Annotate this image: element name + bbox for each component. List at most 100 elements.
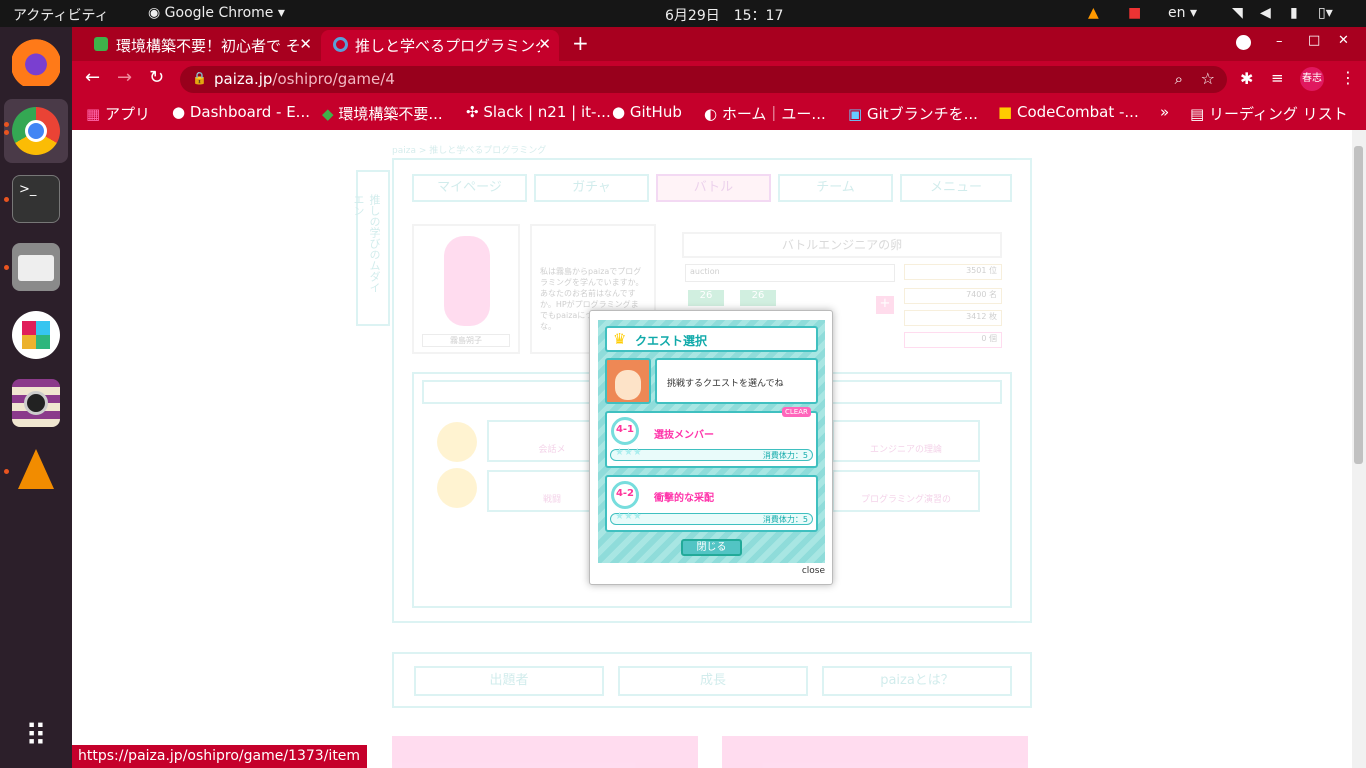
quest-item-4-1[interactable]: 4-1 選抜メンバー CLEAR ★★★ 消費体力：5 bbox=[605, 407, 818, 468]
bookmark-apps[interactable]: ▦ アプリ bbox=[86, 103, 150, 124]
character-image bbox=[444, 236, 490, 326]
stage-medal-1 bbox=[437, 422, 477, 462]
close-link[interactable]: close bbox=[802, 566, 825, 576]
git-bookmark-icon: ▣ bbox=[848, 105, 863, 123]
scrollbar-thumb[interactable] bbox=[1354, 146, 1363, 464]
back-icon[interactable]: ← bbox=[85, 67, 100, 88]
media-control-icon[interactable]: ≡ bbox=[1271, 69, 1284, 87]
app-menu[interactable]: ◉ Google Chrome ▾ bbox=[148, 5, 285, 21]
stamina-cost: 消費体力：5 bbox=[762, 451, 808, 460]
nav-menu[interactable]: メニュー bbox=[900, 174, 1012, 202]
chrome-icon[interactable] bbox=[12, 107, 60, 155]
bookmark-git-branch-label: Gitブランチを... bbox=[866, 105, 978, 123]
quest-dialog-body: ♛ クエスト選択 挑戦するクエストを選んでね 4-1 選抜メンバー CLEAR … bbox=[598, 320, 825, 563]
bookmark-codecombat-label: CodeCombat -... bbox=[1016, 103, 1139, 121]
reading-list-label: リーディング リスト bbox=[1208, 105, 1348, 123]
nav-mypage[interactable]: マイページ bbox=[412, 174, 527, 202]
slack-icon[interactable] bbox=[12, 311, 60, 359]
terminal-icon[interactable]: >_ bbox=[12, 175, 60, 223]
minimize-icon[interactable]: – bbox=[1276, 34, 1283, 49]
nav-battle[interactable]: バトル bbox=[656, 174, 771, 202]
extensions-icon[interactable]: ✱ bbox=[1240, 69, 1253, 88]
zoom-icon[interactable]: ⌕ bbox=[1175, 70, 1183, 88]
side-tab[interactable]: 推しの学びのムダイエン bbox=[352, 170, 390, 326]
close-button[interactable]: 閉じる bbox=[681, 539, 742, 556]
vlc-icon[interactable] bbox=[12, 447, 60, 495]
bookmark-slack[interactable]: ✣ Slack | n21 | it-... bbox=[466, 103, 611, 121]
address-bar[interactable]: 🔒 paiza.jp/oshipro/game/4 ⌕ ☆ bbox=[180, 66, 1227, 93]
stamina-cost: 消費体力：5 bbox=[762, 515, 808, 524]
bookmark-home-label: ホーム｜ユー... bbox=[721, 105, 826, 123]
wifi-icon[interactable]: ◥ bbox=[1232, 5, 1243, 21]
link-questioner[interactable]: 出題者 bbox=[414, 666, 604, 696]
window-close-icon[interactable]: ✕ bbox=[1338, 33, 1349, 48]
reading-list-icon: ▤ bbox=[1190, 105, 1205, 123]
cheese-camera-icon[interactable] bbox=[12, 379, 60, 427]
search-field[interactable]: auction bbox=[685, 264, 895, 282]
lock-icon[interactable]: 🔒 bbox=[192, 71, 207, 85]
tab-1[interactable]: 環境構築不要！初心者で そ ✕ bbox=[80, 30, 320, 61]
volume-icon[interactable]: ◀ bbox=[1260, 5, 1271, 21]
apps-grid-icon: ▦ bbox=[86, 105, 101, 123]
breadcrumb[interactable]: paiza > 推しと学べるプログラミング bbox=[392, 143, 546, 156]
banner-2[interactable] bbox=[722, 736, 1028, 768]
tab-2-active[interactable]: 推しと学べるプログラミング ✕ bbox=[321, 30, 559, 61]
bookmarks-more-icon[interactable]: » bbox=[1160, 103, 1169, 121]
microphone-icon[interactable]: ▮ bbox=[1290, 5, 1298, 21]
nav-team[interactable]: チーム bbox=[778, 174, 893, 202]
forward-icon[interactable]: → bbox=[117, 67, 132, 88]
profile-avatar[interactable]: 春志 bbox=[1300, 67, 1324, 91]
paiza-favicon bbox=[94, 37, 108, 51]
star-rating-icon: ★★★ bbox=[615, 511, 642, 522]
character-name: 霧島朔子 bbox=[422, 334, 510, 347]
chrome-menu-icon[interactable]: ⋮ bbox=[1340, 68, 1356, 87]
firefox-icon[interactable] bbox=[12, 38, 60, 86]
language-indicator[interactable]: en ▾ bbox=[1168, 5, 1197, 21]
activities-button[interactable]: アクティビティ bbox=[13, 5, 109, 25]
bookmark-paiza[interactable]: ◆ 環境構築不要... bbox=[322, 103, 443, 124]
bookmark-home[interactable]: ◐ ホーム｜ユー... bbox=[704, 103, 826, 124]
banner-1[interactable] bbox=[392, 736, 698, 768]
vlc-tray-icon[interactable]: ▲ bbox=[1088, 5, 1099, 21]
codecombat-icon: ■ bbox=[998, 103, 1013, 121]
bookmark-slack-label: Slack | n21 | it-... bbox=[483, 103, 611, 121]
bookmark-star-icon[interactable]: ☆ bbox=[1201, 69, 1215, 88]
bookmark-dashboard[interactable]: ● Dashboard - E... bbox=[172, 103, 310, 121]
camera-tray-icon[interactable]: ■ bbox=[1128, 5, 1141, 21]
status-bubble-url: https://paiza.jp/oshipro/game/1373/item bbox=[72, 745, 367, 768]
bookmarks-bar: ▦ アプリ ● Dashboard - E... ◆ 環境構築不要... ✣ S… bbox=[72, 97, 1366, 130]
reload-icon[interactable]: ↻ bbox=[149, 67, 164, 88]
guide-avatar bbox=[605, 358, 651, 404]
star-rating-icon: ★★★ bbox=[615, 447, 642, 458]
new-tab-icon[interactable]: + bbox=[572, 31, 589, 55]
level-badge-1: 26 bbox=[688, 290, 724, 306]
tab-1-close-icon[interactable]: ✕ bbox=[299, 35, 312, 53]
clear-badge: CLEAR bbox=[782, 407, 811, 417]
bookmark-codecombat[interactable]: ■ CodeCombat -... bbox=[998, 103, 1139, 121]
bookmark-git-branch[interactable]: ▣ Gitブランチを... bbox=[848, 103, 978, 124]
show-applications-icon[interactable]: ⠿ bbox=[12, 715, 60, 763]
tab-search-icon[interactable] bbox=[1236, 35, 1251, 50]
stat-2: 7400 名 bbox=[904, 288, 1002, 304]
bookmark-github[interactable]: ● GitHub bbox=[612, 103, 682, 121]
files-icon[interactable] bbox=[12, 243, 60, 291]
tab-2-title: 推しと学べるプログラミング bbox=[355, 37, 540, 55]
link-about-paiza[interactable]: paizaとは？ bbox=[822, 666, 1012, 696]
stage-item-4[interactable]: プログラミング演習の bbox=[832, 470, 980, 512]
stat-3: 3412 枚 bbox=[904, 310, 1002, 326]
clock[interactable]: 6月29日 15：17 bbox=[665, 5, 783, 25]
nav-gacha[interactable]: ガチャ bbox=[534, 174, 649, 202]
quest-number-badge: 4-2 bbox=[611, 481, 639, 509]
add-stamina-icon[interactable]: + bbox=[876, 296, 894, 314]
battery-icon[interactable]: ▯▾ bbox=[1318, 5, 1333, 21]
reading-list[interactable]: ▤ リーディング リスト bbox=[1190, 103, 1348, 124]
link-growth[interactable]: 成長 bbox=[618, 666, 808, 696]
dock: >_ ⠿ bbox=[0, 27, 72, 768]
url-text[interactable]: paiza.jp/oshipro/game/4 bbox=[214, 70, 395, 88]
dashboard-favicon: ● bbox=[172, 103, 186, 121]
character-card: 霧島朔子 bbox=[412, 224, 520, 354]
quest-item-4-2[interactable]: 4-2 衝撃的な采配 ★★★ 消費体力：5 bbox=[605, 475, 818, 532]
stage-item-2[interactable]: エンジニアの理論 bbox=[832, 420, 980, 462]
tab-2-close-icon[interactable]: ✕ bbox=[538, 35, 551, 53]
maximize-icon[interactable]: □ bbox=[1308, 33, 1320, 48]
